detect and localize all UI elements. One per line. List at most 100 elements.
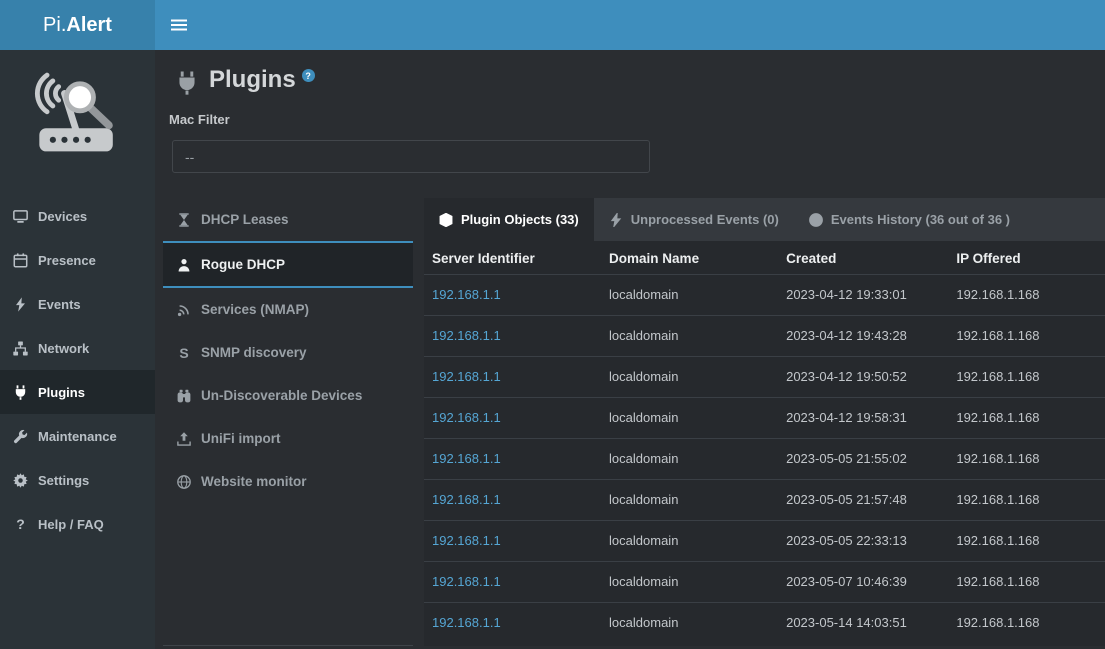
page-title: Plugins bbox=[209, 66, 296, 94]
plugin-nav-dhcp-leases[interactable]: DHCP Leases bbox=[163, 198, 413, 241]
sitemap-icon bbox=[13, 341, 28, 356]
cell-server-identifier: 192.168.1.1 bbox=[424, 480, 601, 521]
cell-ip-offered: 192.168.1.168 bbox=[948, 480, 1105, 521]
cell-domain-name: localdomain bbox=[601, 603, 778, 644]
table-row: 192.168.1.1localdomain2023-04-12 19:33:0… bbox=[424, 275, 1105, 316]
navbar-area bbox=[155, 0, 1105, 50]
bolt-icon bbox=[13, 297, 28, 312]
upload-icon bbox=[177, 432, 191, 446]
cell-server-identifier: 192.168.1.1 bbox=[424, 316, 601, 357]
cell-domain-name: localdomain bbox=[601, 398, 778, 439]
plug-icon bbox=[175, 71, 199, 95]
brand-logo[interactable]: Pi.Alert bbox=[0, 0, 155, 50]
help-badge[interactable]: ? bbox=[302, 69, 315, 82]
cell-server-identifier: 192.168.1.1 bbox=[424, 439, 601, 480]
table-row: 192.168.1.1localdomain2023-05-05 22:33:1… bbox=[424, 521, 1105, 562]
plugin-objects-panel: Server Identifier Domain Name Created IP… bbox=[424, 241, 1105, 646]
sidebar-item-presence[interactable]: Presence bbox=[0, 238, 155, 282]
hamburger-icon[interactable] bbox=[171, 18, 187, 32]
sidebar-item-maintenance[interactable]: Maintenance bbox=[0, 414, 155, 458]
table-row: 192.168.1.1localdomain2023-04-12 19:58:3… bbox=[424, 398, 1105, 439]
table-row: 192.168.1.1localdomain2023-05-14 14:03:5… bbox=[424, 603, 1105, 644]
table-row: 192.168.1.1 localdomain2023-04-12 19:50:5… bbox=[424, 357, 1105, 398]
cell-created: 2023-04-12 19:43:28 bbox=[778, 316, 948, 357]
sidebar-item-settings[interactable]: Settings bbox=[0, 458, 155, 502]
column-header-domain-name: Domain Name bbox=[601, 241, 778, 275]
sidebar-item-label: Presence bbox=[38, 253, 96, 268]
server-identifier-link[interactable]: 192.168.1.1 bbox=[432, 369, 501, 384]
page-header: Plugins ? bbox=[155, 50, 1105, 95]
server-identifier-link[interactable]: 192.168.1.1 bbox=[432, 410, 501, 425]
tab-label: Events History (36 out of 36 ) bbox=[831, 212, 1010, 227]
sidebar-item-label: Network bbox=[38, 341, 89, 356]
column-header-server-identifier: Server Identifier bbox=[424, 241, 601, 275]
cell-domain-name: localdomain bbox=[601, 357, 778, 398]
plugin-nav-label: Un-Discoverable Devices bbox=[201, 388, 362, 403]
plugin-nav-unifi-import[interactable]: UniFi import bbox=[163, 417, 413, 460]
plugin-nav-services-nmap[interactable]: Services (NMAP) bbox=[163, 288, 413, 331]
mac-filter-label: Mac Filter bbox=[169, 112, 1105, 127]
sidebar-item-plugins[interactable]: Plugins bbox=[0, 370, 155, 414]
cell-server-identifier: 192.168.1.1 bbox=[424, 521, 601, 562]
table-row: 192.168.1.1localdomain2023-05-05 21:55:0… bbox=[424, 439, 1105, 480]
plugin-nav: DHCP Leases Rogue DHCP Services (NMAP) S… bbox=[163, 198, 413, 646]
tab-area: Plugin Objects (33) Unprocessed Events (… bbox=[424, 198, 1105, 646]
tab-label: Unprocessed Events (0) bbox=[631, 212, 779, 227]
column-header-ip-offered: IP Offered bbox=[948, 241, 1105, 275]
pialert-logo bbox=[0, 50, 155, 180]
gear-icon bbox=[13, 473, 28, 488]
sidebar-item-label: Devices bbox=[38, 209, 87, 224]
cell-ip-offered: 192.168.1.168 bbox=[948, 357, 1105, 398]
wrench-icon bbox=[13, 429, 28, 444]
server-identifier-link[interactable]: 192.168.1.1 bbox=[432, 574, 501, 589]
sidebar-item-network[interactable]: Network bbox=[0, 326, 155, 370]
broadcast-icon bbox=[177, 303, 191, 317]
plugin-nav-snmp-discovery[interactable]: S SNMP discovery bbox=[163, 331, 413, 374]
cell-domain-name: localdomain bbox=[601, 562, 778, 603]
brand-pi: Pi. bbox=[43, 14, 66, 37]
top-navbar: Pi.Alert bbox=[0, 0, 1105, 50]
plugin-nav-website-monitor[interactable]: Website monitor bbox=[163, 460, 413, 503]
plug-icon bbox=[13, 385, 28, 400]
binoculars-icon bbox=[177, 389, 191, 403]
server-identifier-link[interactable]: 192.168.1.1 bbox=[432, 328, 501, 343]
clock-icon bbox=[809, 213, 823, 227]
hourglass-icon bbox=[177, 213, 191, 227]
column-header-created: Created bbox=[778, 241, 948, 275]
sidebar-item-events[interactable]: Events bbox=[0, 282, 155, 326]
sidebar-menu: Devices Presence Events Network Plugins … bbox=[0, 194, 155, 546]
sidebar-item-devices[interactable]: Devices bbox=[0, 194, 155, 238]
cell-created: 2023-04-12 19:50:52 bbox=[778, 357, 948, 398]
cell-ip-offered: 192.168.1.168 bbox=[948, 275, 1105, 316]
tab-events-history[interactable]: Events History (36 out of 36 ) bbox=[794, 198, 1025, 241]
table-row: 192.168.1.1 localdomain2023-04-12 19:43:2… bbox=[424, 316, 1105, 357]
plugin-objects-rows: 192.168.1.1localdomain2023-04-12 19:33:0… bbox=[424, 275, 1105, 644]
plugin-objects-table: Server Identifier Domain Name Created IP… bbox=[424, 241, 1105, 643]
server-identifier-link[interactable]: 192.168.1.1 bbox=[432, 492, 501, 507]
tab-unprocessed-events[interactable]: Unprocessed Events (0) bbox=[594, 198, 794, 241]
plugin-nav-rogue-dhcp[interactable]: Rogue DHCP bbox=[163, 241, 413, 288]
cell-domain-name: localdomain bbox=[601, 316, 778, 357]
server-identifier-link[interactable]: 192.168.1.1 bbox=[432, 615, 501, 630]
plugin-nav-label: Rogue DHCP bbox=[201, 257, 285, 272]
cell-ip-offered: 192.168.1.168 bbox=[948, 439, 1105, 480]
server-identifier-link[interactable]: 192.168.1.1 bbox=[432, 533, 501, 548]
cell-server-identifier: 192.168.1.1 bbox=[424, 357, 601, 398]
globe-icon bbox=[177, 475, 191, 489]
bolt-icon bbox=[609, 213, 623, 227]
mac-filter-input[interactable] bbox=[172, 140, 650, 173]
plugin-nav-undiscoverable-devices[interactable]: Un-Discoverable Devices bbox=[163, 374, 413, 417]
plugin-nav-label: Services (NMAP) bbox=[201, 302, 309, 317]
server-identifier-link[interactable]: 192.168.1.1 bbox=[432, 287, 501, 302]
plugin-nav-label: Website monitor bbox=[201, 474, 307, 489]
sidebar-item-label: Events bbox=[38, 297, 81, 312]
table-row: 192.168.1.1localdomain2023-05-05 21:57:4… bbox=[424, 480, 1105, 521]
plugins-panel: DHCP Leases Rogue DHCP Services (NMAP) S… bbox=[155, 198, 1105, 646]
cell-created: 2023-05-07 10:46:39 bbox=[778, 562, 948, 603]
cell-ip-offered: 192.168.1.168 bbox=[948, 521, 1105, 562]
cell-server-identifier: 192.168.1.1 bbox=[424, 562, 601, 603]
sidebar-item-help-faq[interactable]: ? Help / FAQ bbox=[0, 502, 155, 546]
tab-plugin-objects[interactable]: Plugin Objects (33) bbox=[424, 198, 594, 241]
tab-label: Plugin Objects (33) bbox=[461, 212, 579, 227]
server-identifier-link[interactable]: 192.168.1.1 bbox=[432, 451, 501, 466]
